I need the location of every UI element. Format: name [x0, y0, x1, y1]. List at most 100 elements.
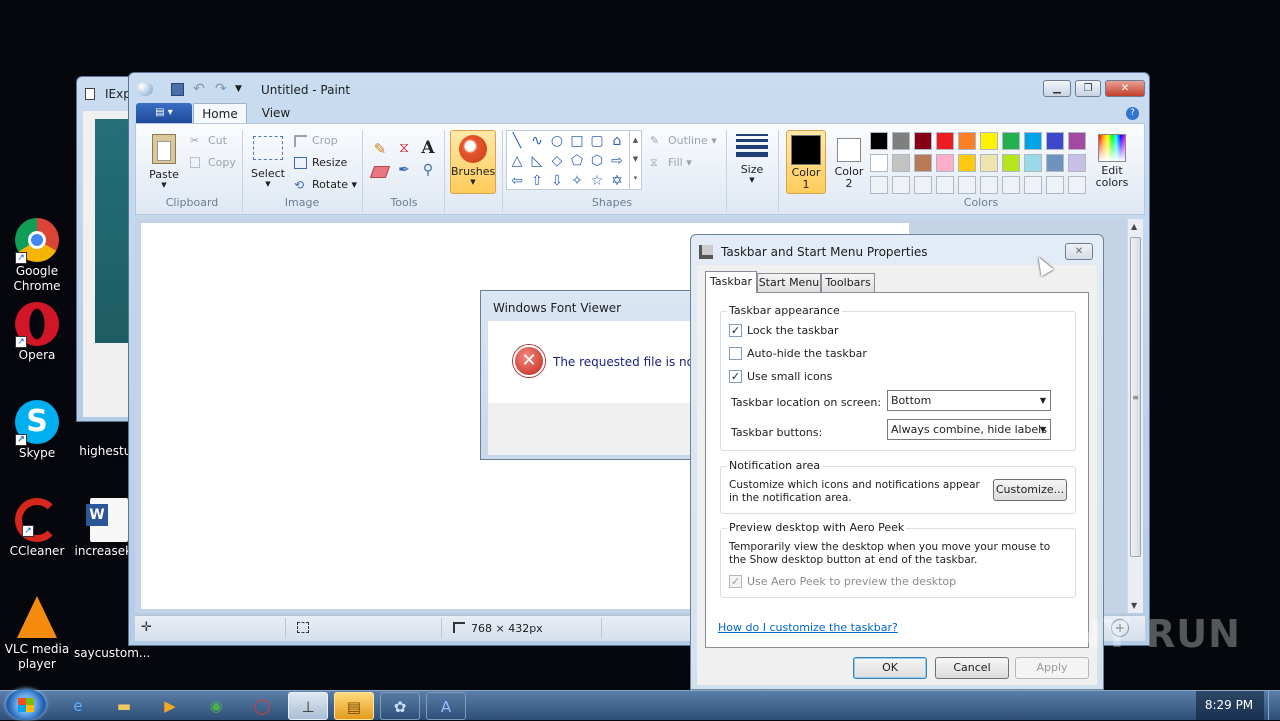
palette-swatch-empty[interactable]	[870, 176, 888, 194]
location-select[interactable]: Bottom ▼	[887, 390, 1051, 411]
tab-start-menu[interactable]: Start Menu	[757, 273, 821, 293]
close-button[interactable]: ✕	[1105, 80, 1145, 97]
palette-swatch[interactable]	[870, 132, 888, 150]
edit-colors-button[interactable]: Edit colors	[1092, 130, 1132, 194]
palette-swatch[interactable]	[1068, 132, 1086, 150]
fill-tool[interactable]: ⧖	[394, 140, 414, 160]
palette-swatch[interactable]	[1046, 132, 1064, 150]
quick-save-icon[interactable]	[171, 83, 184, 96]
lock-taskbar-label[interactable]: Lock the taskbar	[747, 324, 839, 337]
desktop-icon-ccleaner[interactable]: ↗ CCleaner	[0, 498, 74, 559]
taskbar-taskbar-props-button[interactable]: ⊥	[288, 692, 328, 720]
undo-icon[interactable]: ↶	[193, 81, 205, 97]
taskbar-font-button[interactable]: A	[426, 692, 466, 720]
ok-button[interactable]: OK	[853, 657, 927, 679]
palette-swatch[interactable]	[980, 154, 998, 172]
palette-swatch-empty[interactable]	[914, 176, 932, 194]
fill-button[interactable]: ⧖ Fill ▾	[648, 154, 692, 172]
taskbar-clock[interactable]: 8:29 PM	[1196, 698, 1262, 712]
maximize-button[interactable]: ❐	[1075, 80, 1101, 97]
autohide-label[interactable]: Auto-hide the taskbar	[747, 347, 867, 360]
palette-swatch-empty[interactable]	[980, 176, 998, 194]
desktop-icon-skype[interactable]: S ↗ Skype	[0, 400, 74, 461]
resize-button[interactable]: Resize	[292, 154, 347, 172]
taskbar-ie-button[interactable]: e	[58, 692, 98, 720]
desktop-icon-opera[interactable]: ↗ Opera	[0, 302, 74, 363]
color2-button[interactable]: Color 2	[830, 130, 868, 194]
shapes-gallery[interactable]: ╲ ∿ ○ □ ▢ ⌂ △ ◺ ◇ ⬠ ⬡ ⇨ ⇦ ⇧ ⇩ ✧ ☆ ✡ ▲ ▼ ▾	[506, 130, 642, 190]
taskbar-fontviewer-button[interactable]: ▤	[334, 692, 374, 720]
palette-swatch[interactable]	[1002, 154, 1020, 172]
aero-peek-checkbox[interactable]: ✓	[729, 575, 742, 588]
taskbar-opera-button[interactable]: ◯	[242, 692, 282, 720]
outline-button[interactable]: ✎ Outline ▾	[648, 132, 717, 150]
desktop-icon-vlc[interactable]: VLC media player	[0, 596, 74, 672]
palette-swatch-empty[interactable]	[892, 176, 910, 194]
palette-swatch-empty[interactable]	[1002, 176, 1020, 194]
palette-swatch[interactable]	[958, 154, 976, 172]
small-icons-checkbox[interactable]: ✓	[729, 370, 742, 383]
tab-view[interactable]: View	[253, 103, 299, 124]
taskbar-paint-button[interactable]: ✿	[380, 692, 420, 720]
eraser-tool[interactable]	[369, 166, 391, 178]
cut-button[interactable]: ✂ Cut	[188, 132, 227, 150]
palette-swatch[interactable]	[870, 154, 888, 172]
palette-swatch-empty[interactable]	[936, 176, 954, 194]
palette-swatch[interactable]	[1068, 154, 1086, 172]
help-link[interactable]: How do I customize the taskbar?	[718, 621, 898, 634]
text-tool[interactable]: A	[418, 138, 438, 158]
palette-swatch[interactable]	[914, 154, 932, 172]
dialog-close-button[interactable]: ✕	[1065, 243, 1093, 260]
magnifier-tool[interactable]: ⚲	[418, 162, 438, 182]
shapes-scroll[interactable]: ▲ ▼ ▾	[629, 131, 641, 189]
palette-swatch[interactable]	[1024, 154, 1042, 172]
palette-swatch-empty[interactable]	[1068, 176, 1086, 194]
palette-swatch[interactable]	[892, 154, 910, 172]
palette-swatch-empty[interactable]	[1046, 176, 1064, 194]
palette-swatch[interactable]	[892, 132, 910, 150]
quick-access-dropdown-icon[interactable]: ▼	[235, 84, 242, 94]
palette-swatch[interactable]	[936, 132, 954, 150]
size-button[interactable]: Size ▼	[734, 130, 770, 192]
taskbar-explorer-button[interactable]: ▬	[104, 692, 144, 720]
palette-swatch[interactable]	[936, 154, 954, 172]
palette-swatch[interactable]	[980, 132, 998, 150]
taskbar-mediaplayer-button[interactable]: ▶	[150, 692, 190, 720]
palette-swatch[interactable]	[1002, 132, 1020, 150]
font-viewer-dialog[interactable]: Windows Font Viewer ✕ The requested file…	[480, 290, 710, 460]
desktop-icon-chrome[interactable]: ↗ Google Chrome	[0, 218, 74, 294]
show-desktop-button[interactable]	[1268, 690, 1280, 720]
copy-button[interactable]: Copy	[188, 154, 236, 172]
cancel-button[interactable]: Cancel	[935, 657, 1009, 679]
paint-menu-button[interactable]: ▤ ▾	[136, 103, 192, 123]
color-picker-tool[interactable]: ✒	[394, 162, 414, 182]
iexplore-window[interactable]: IExp	[76, 76, 137, 422]
scrollbar-thumb[interactable]: ≡	[1130, 237, 1141, 557]
paste-button[interactable]: Paste ▼	[144, 130, 184, 192]
palette-swatch[interactable]	[914, 132, 932, 150]
pencil-tool[interactable]: ✎	[370, 140, 390, 160]
buttons-select[interactable]: Always combine, hide labels ▼	[887, 419, 1051, 440]
small-icons-label[interactable]: Use small icons	[747, 370, 832, 383]
customize-button[interactable]: Customize...	[993, 479, 1067, 501]
crop-button[interactable]: Crop	[292, 132, 338, 150]
tab-home[interactable]: Home	[193, 103, 247, 124]
rotate-button[interactable]: ⟲ Rotate ▾	[292, 176, 357, 194]
vertical-scrollbar[interactable]: ▲ ≡ ▼	[1127, 219, 1143, 613]
start-button[interactable]	[6, 689, 46, 720]
palette-swatch[interactable]	[1046, 154, 1064, 172]
redo-icon[interactable]: ↷	[215, 81, 227, 97]
taskbar-chrome-button[interactable]: ◉	[196, 692, 236, 720]
autohide-checkbox[interactable]	[729, 347, 742, 360]
brushes-button[interactable]: Brushes ▼	[450, 130, 496, 194]
minimize-button[interactable]: ▁	[1043, 80, 1071, 97]
color1-button[interactable]: Color 1	[786, 130, 826, 194]
tab-taskbar[interactable]: Taskbar	[705, 271, 757, 293]
help-icon[interactable]: ?	[1126, 107, 1139, 120]
palette-swatch-empty[interactable]	[1024, 176, 1042, 194]
select-button[interactable]: Select ▼	[250, 130, 286, 192]
tab-toolbars[interactable]: Toolbars	[821, 273, 875, 293]
palette-swatch-empty[interactable]	[958, 176, 976, 194]
palette-swatch[interactable]	[958, 132, 976, 150]
palette-swatch[interactable]	[1024, 132, 1042, 150]
